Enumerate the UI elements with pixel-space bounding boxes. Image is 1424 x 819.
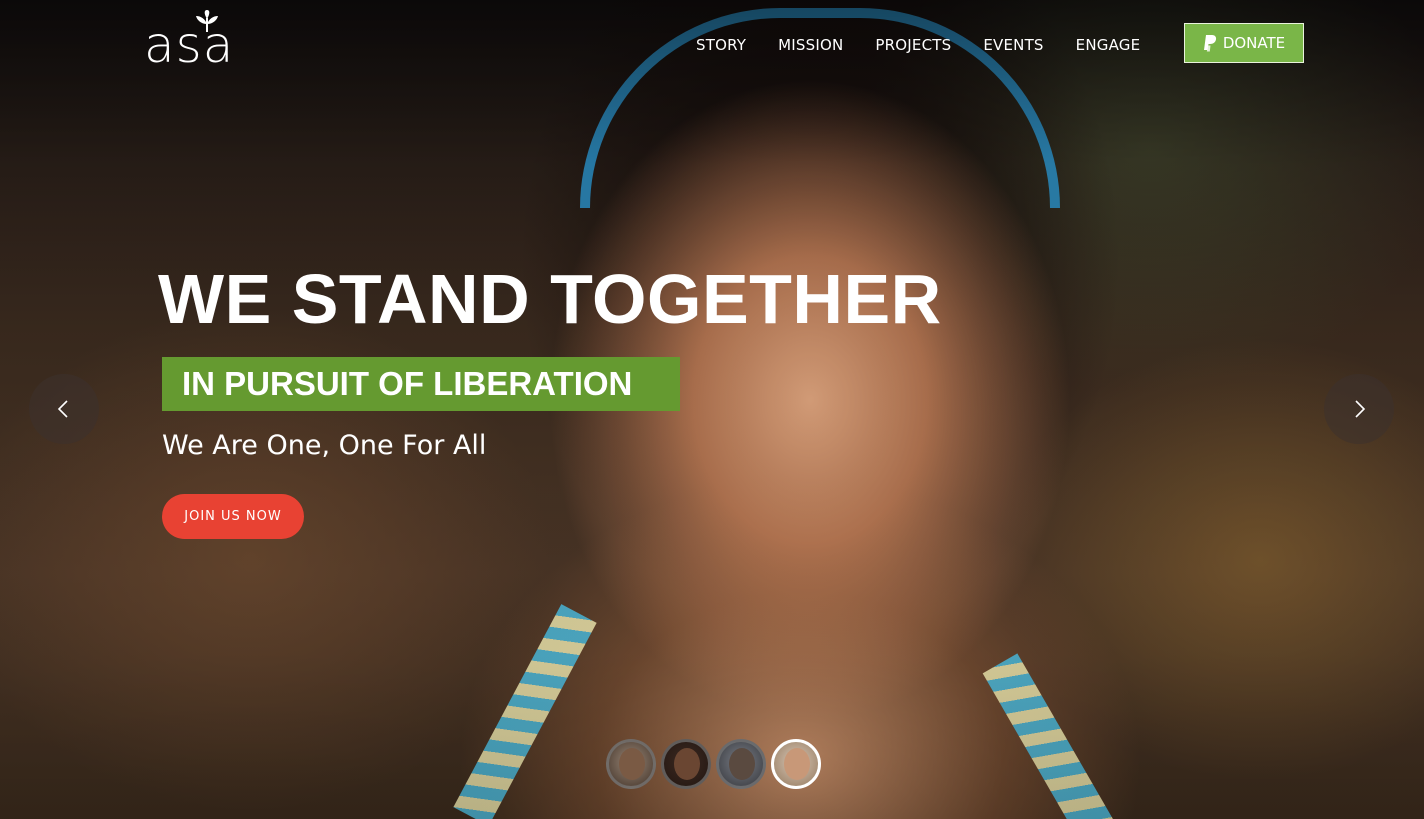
nav-item-story[interactable]: STORY xyxy=(696,34,746,56)
chevron-left-icon xyxy=(57,400,68,418)
slide-thumbnail-3[interactable] xyxy=(716,739,766,789)
site-header: asa STORY MISSION PROJECTS EVENTS ENGAGE… xyxy=(0,0,1424,90)
slider-next-button[interactable] xyxy=(1324,374,1394,444)
logo-text: asa xyxy=(144,16,235,74)
nav-item-mission[interactable]: MISSION xyxy=(778,34,843,56)
nav-item-projects[interactable]: PROJECTS xyxy=(875,34,951,56)
main-nav: STORY MISSION PROJECTS EVENTS ENGAGE xyxy=(696,34,1140,56)
hero-subline: We Are One, One For All xyxy=(162,430,487,461)
nav-item-events[interactable]: EVENTS xyxy=(983,34,1043,56)
hero-tagline: IN PURSUIT OF LIBERATION xyxy=(182,365,633,402)
nav-item-engage[interactable]: ENGAGE xyxy=(1076,34,1141,56)
hero-tagline-banner: IN PURSUIT OF LIBERATION xyxy=(162,357,680,411)
slide-thumbnail-4[interactable] xyxy=(771,739,821,789)
donate-button[interactable]: DONATE xyxy=(1184,23,1304,63)
chevron-right-icon xyxy=(1355,400,1366,418)
slide-thumbnail-2[interactable] xyxy=(661,739,711,789)
slider-thumbnails xyxy=(606,739,821,789)
hero-headline: WE STAND TOGETHER xyxy=(158,260,942,338)
slide-thumbnail-1[interactable] xyxy=(606,739,656,789)
site-logo[interactable]: asa xyxy=(144,10,274,74)
slider-prev-button[interactable] xyxy=(29,374,99,444)
join-us-button[interactable]: JOIN US NOW xyxy=(162,494,304,539)
donate-label: DONATE xyxy=(1222,34,1286,52)
paypal-icon xyxy=(1203,34,1216,51)
